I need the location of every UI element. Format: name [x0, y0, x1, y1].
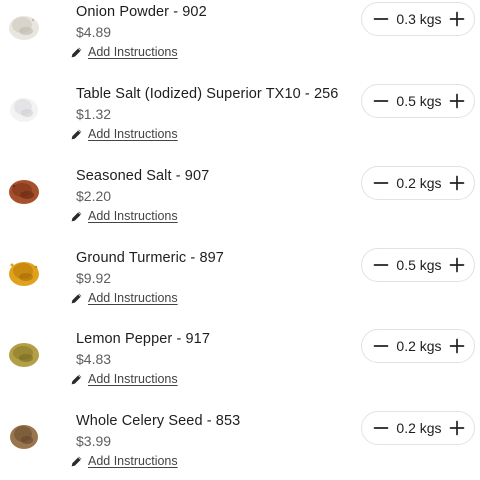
increase-quantity-button[interactable]	[443, 3, 471, 35]
add-instructions-link[interactable]: Add Instructions	[70, 291, 178, 305]
product-price: $2.20	[76, 188, 112, 204]
quantity-value: 0.3 kgs	[396, 11, 442, 27]
minus-icon	[373, 427, 389, 429]
product-thumbnail[interactable]	[6, 172, 42, 208]
plus-icon	[449, 257, 465, 273]
decrease-quantity-button[interactable]	[367, 167, 395, 199]
product-price: $4.83	[76, 351, 112, 367]
plus-icon	[449, 93, 465, 109]
decrease-quantity-button[interactable]	[367, 330, 395, 362]
quantity-stepper: 0.2 kgs	[361, 411, 475, 445]
turmeric-pile-icon	[9, 262, 39, 286]
product-title: Seasoned Salt - 907	[76, 168, 210, 184]
cart-item: Lemon Pepper - 917 $4.83 Add Instruction…	[0, 329, 480, 401]
product-title: Ground Turmeric - 897	[76, 250, 224, 266]
product-price: $3.99	[76, 433, 112, 449]
decrease-quantity-button[interactable]	[367, 249, 395, 281]
product-thumbnail[interactable]	[6, 8, 42, 44]
decrease-quantity-button[interactable]	[367, 3, 395, 35]
add-instructions-link[interactable]: Add Instructions	[70, 209, 178, 223]
add-instructions-link[interactable]: Add Instructions	[70, 45, 178, 59]
minus-icon	[373, 345, 389, 347]
pencil-icon	[70, 210, 83, 223]
add-instructions-label: Add Instructions	[88, 45, 178, 59]
plus-icon	[449, 175, 465, 191]
add-instructions-link[interactable]: Add Instructions	[70, 127, 178, 141]
plus-icon	[449, 11, 465, 27]
minus-icon	[373, 18, 389, 20]
product-title: Lemon Pepper - 917	[76, 331, 210, 347]
pencil-icon	[70, 292, 83, 305]
increase-quantity-button[interactable]	[443, 85, 471, 117]
quantity-stepper: 0.5 kgs	[361, 248, 475, 282]
minus-icon	[373, 264, 389, 266]
add-instructions-label: Add Instructions	[88, 209, 178, 223]
pencil-icon	[70, 455, 83, 468]
lemon-pepper-pile-icon	[9, 343, 39, 367]
increase-quantity-button[interactable]	[443, 167, 471, 199]
minus-icon	[373, 100, 389, 102]
plus-icon	[449, 420, 465, 436]
add-instructions-link[interactable]: Add Instructions	[70, 372, 178, 386]
quantity-stepper: 0.2 kgs	[361, 329, 475, 363]
quantity-value: 0.2 kgs	[396, 175, 442, 191]
quantity-stepper: 0.5 kgs	[361, 84, 475, 118]
product-title: Table Salt (Iodized) Superior TX10 - 256	[76, 86, 339, 102]
increase-quantity-button[interactable]	[443, 249, 471, 281]
increase-quantity-button[interactable]	[443, 412, 471, 444]
product-price: $9.92	[76, 270, 112, 286]
onion-powder-pile-icon	[9, 16, 39, 40]
add-instructions-link[interactable]: Add Instructions	[70, 454, 178, 468]
quantity-stepper: 0.2 kgs	[361, 166, 475, 200]
seasoned-salt-pile-icon	[9, 180, 39, 204]
product-price: $4.89	[76, 24, 112, 40]
cart-item: Table Salt (Iodized) Superior TX10 - 256…	[0, 84, 480, 156]
pencil-icon	[70, 128, 83, 141]
quantity-stepper: 0.3 kgs	[361, 2, 475, 36]
cart-item: Ground Turmeric - 897 $9.92 Add Instruct…	[0, 248, 480, 320]
cart-item: Onion Powder - 902 $4.89 Add Instruction…	[0, 2, 480, 74]
product-title: Whole Celery Seed - 853	[76, 413, 241, 429]
cart-item: Seasoned Salt - 907 $2.20 Add Instructio…	[0, 166, 480, 238]
decrease-quantity-button[interactable]	[367, 85, 395, 117]
increase-quantity-button[interactable]	[443, 330, 471, 362]
plus-icon	[449, 338, 465, 354]
product-thumbnail[interactable]	[6, 417, 42, 453]
product-thumbnail[interactable]	[6, 254, 42, 290]
add-instructions-label: Add Instructions	[88, 454, 178, 468]
add-instructions-label: Add Instructions	[88, 291, 178, 305]
product-title: Onion Powder - 902	[76, 4, 207, 20]
product-thumbnail[interactable]	[6, 90, 42, 126]
add-instructions-label: Add Instructions	[88, 372, 178, 386]
product-thumbnail[interactable]	[6, 335, 42, 371]
minus-icon	[373, 182, 389, 184]
cart-item: Whole Celery Seed - 853 $3.99 Add Instru…	[0, 411, 480, 480]
quantity-value: 0.5 kgs	[396, 257, 442, 273]
quantity-value: 0.2 kgs	[396, 338, 442, 354]
add-instructions-label: Add Instructions	[88, 127, 178, 141]
decrease-quantity-button[interactable]	[367, 412, 395, 444]
pencil-icon	[70, 46, 83, 59]
cart-item-list: Onion Powder - 902 $4.89 Add Instruction…	[0, 0, 480, 480]
quantity-value: 0.2 kgs	[396, 420, 442, 436]
pencil-icon	[70, 373, 83, 386]
product-price: $1.32	[76, 106, 112, 122]
salt-pile-icon	[10, 98, 38, 122]
quantity-value: 0.5 kgs	[396, 93, 442, 109]
celery-seed-pile-icon	[10, 425, 38, 449]
